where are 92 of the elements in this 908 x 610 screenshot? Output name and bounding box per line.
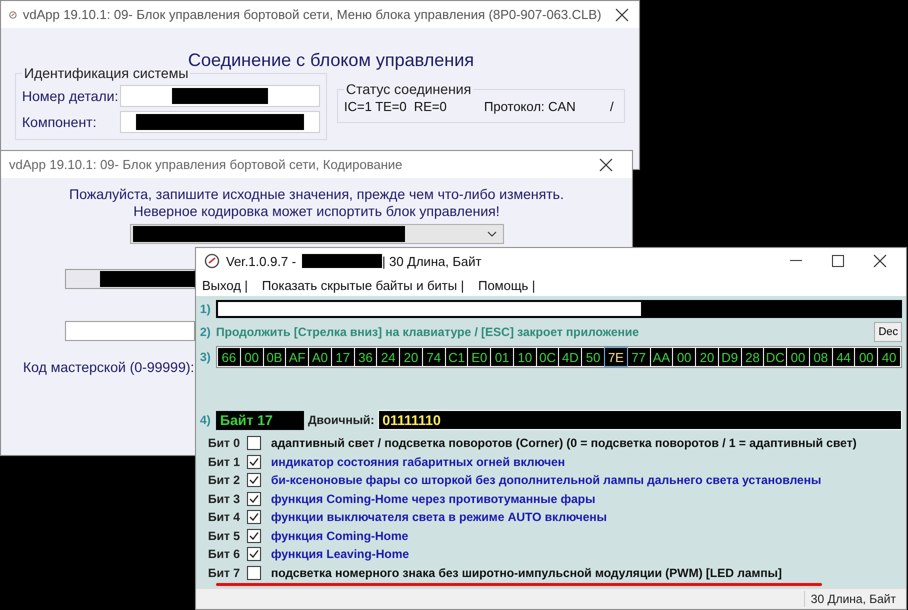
status-text: 30 Длина, Байт [804,591,906,607]
bit-description: би-ксеноновые фары со шторкой без дополнительной лампы дальнего света установлены [271,473,822,488]
byte-cell[interactable]: 40 [878,348,900,366]
byte-cell[interactable]: 00 [240,348,263,366]
byte-cell[interactable]: 7E [605,348,627,366]
coding-field[interactable] [65,269,195,289]
maximize-icon [832,255,844,267]
bit-checkbox[interactable] [247,436,261,450]
close-icon [599,158,613,172]
warning-text: Неверное кодировка может испортить блок управления! [133,203,500,220]
bit-label: Бит 1 [208,454,241,469]
bit-label: Бит 3 [208,492,241,506]
workshop-code-label: Код мастерской (0-99999): [23,359,194,375]
step-number: 3) [200,350,212,364]
byte-label: Байт 17 [216,410,304,430]
chevron-down-icon [486,231,496,237]
byte-cell[interactable]: 01 [491,348,513,366]
binary-label: Двоичный: [308,413,374,427]
byte-cell[interactable]: 20 [696,348,718,366]
minimize-icon [790,260,802,262]
bit-checkbox[interactable] [247,566,261,580]
bit-label: Бит 0 [208,436,241,450]
protocol-text: Протокол: CAN [484,99,577,114]
app-icon [204,253,220,269]
byte-cell[interactable]: 24 [377,348,400,366]
byte-cell[interactable]: 4D [559,348,582,366]
byte-cell[interactable]: D9 [718,348,741,366]
close-icon [615,8,630,22]
bit-description: функция Coming-Home через противотуманные фары [271,492,596,506]
step-number: 4) [200,413,212,427]
byte-cell[interactable]: 50 [582,348,604,366]
bit-label: Бит 4 [208,510,241,524]
menu-item[interactable]: Показать скрытые байты и биты | [262,278,464,292]
byte-cell[interactable]: C1 [446,348,468,366]
byte-cell[interactable]: AF [286,348,308,366]
menu-item[interactable]: Помощь | [478,278,536,292]
bit-checkbox[interactable] [247,454,261,469]
hint-text: Продолжить [Стрелка вниз] на клавиатуре / [ESC] закроет приложение [216,325,640,339]
byte-cell[interactable]: 10 [514,348,536,366]
byte-cell[interactable]: 0C [536,348,558,366]
byte-cell[interactable]: 36 [354,348,376,366]
bit-description: функция Leaving-Home [271,547,410,562]
group-title: Идентификация системы [23,65,188,81]
byte-cell[interactable]: 77 [628,348,650,366]
status-indicator: / [610,99,614,114]
window-title: | 30 Длина, Байт [382,254,482,268]
connection-heading: Соединение с блоком управления [188,50,475,71]
menu-item[interactable]: Выход | [202,278,248,292]
dec-button[interactable]: Dec [874,322,902,342]
field-label: Компонент: [22,114,98,130]
byte-cell[interactable]: 44 [832,348,854,366]
byte-cell[interactable]: 20 [400,348,422,366]
bit-checkbox[interactable] [247,473,261,488]
byte-cell[interactable]: E0 [468,348,490,366]
byte-cell[interactable]: DC [764,348,786,366]
bit-description: подсветка номерного знака без широтно-импульсной модуляции (PWM) [LED лампы] [271,566,782,580]
byte-cell[interactable]: 0B [264,348,286,366]
bit-description: функция Coming-Home [271,528,408,543]
bit-label: Бит 6 [208,547,241,562]
byte-cell[interactable]: 28 [742,348,764,366]
byte-cell[interactable]: 17 [332,348,354,366]
bit-label: Бит 2 [208,473,241,488]
byte-cell[interactable]: 74 [422,348,445,366]
window-title: vdApp 19.10.1: 09- Блок управления бортовой сети, Кодирование [9,157,402,172]
bit-checkbox[interactable] [247,510,261,524]
byte-cell[interactable]: 00 [787,348,809,366]
bit-description: индикатор состояния габаритных огней включен [271,454,566,469]
byte-cell[interactable]: AA [650,348,672,366]
close-icon [873,254,887,268]
warning-text: Пожалуйста, запишите исходные значения, прежде чем что-либо изменять. [69,186,564,203]
coding-dropdown[interactable] [130,224,504,244]
step-number: 1) [200,302,212,316]
byte-cell[interactable]: 66 [218,348,240,366]
bit-checkbox[interactable] [247,528,261,543]
status-counters: IC=1 TE=0 RE=0 [344,99,448,114]
byte-cell[interactable]: 00 [855,348,878,366]
bit-checkbox[interactable] [247,492,261,506]
window-title: Ver.1.0.9.7 - [226,254,296,268]
group-title: Статус соединения [345,81,472,97]
bit-label: Бит 5 [208,528,241,543]
binary-field: 01111110 [378,410,902,430]
byte-cell[interactable]: 08 [810,348,832,366]
byte-cell[interactable]: A0 [309,348,331,366]
bit-label: Бит 7 [208,566,241,580]
window-title: vdApp 19.10.1: 09- Блок управления бортовой сети, Меню блока управления (8P0-907-063.CLB) [22,7,602,22]
field-label: Номер детали: [22,88,120,104]
text-field[interactable] [65,321,195,341]
bit-description: функции выключателя света в режиме AUTO включены [271,510,607,524]
step-number: 2) [200,325,212,339]
bit-description: адаптивный свет / подсветка поворотов (Corner) (0 = подсветка поворотов / 1 = адаптивный свет) [271,436,857,450]
bit-checkbox[interactable] [247,547,261,562]
byte-cell[interactable]: 00 [673,348,696,366]
